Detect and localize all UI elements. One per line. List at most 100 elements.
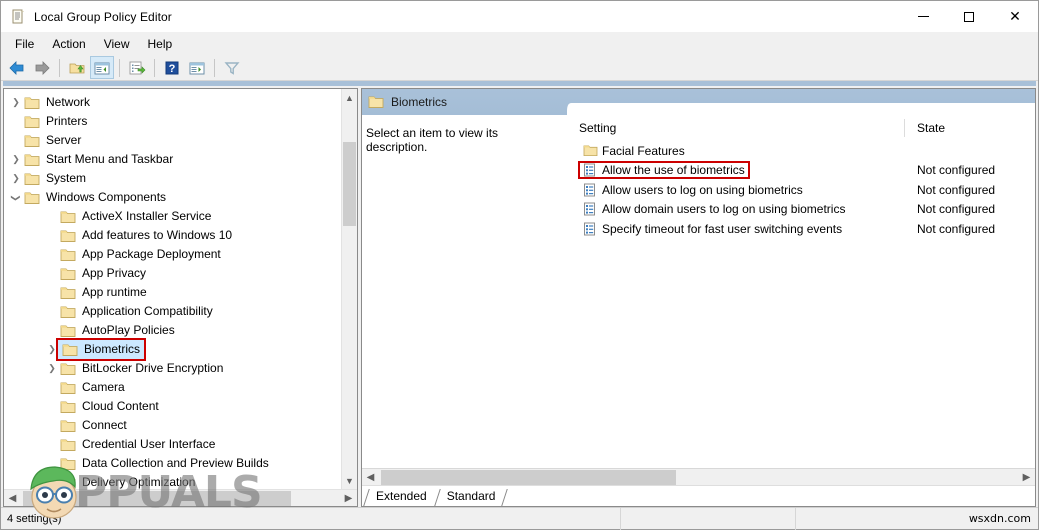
tree-item-network[interactable]: ❯ Network bbox=[4, 93, 341, 112]
tree-item-camera[interactable]: ❯Camera bbox=[4, 378, 341, 397]
setting-row[interactable]: Allow users to log on using biometrics No… bbox=[567, 180, 1035, 200]
tree-item-cloud-content[interactable]: ❯Cloud Content bbox=[4, 397, 341, 416]
tree-item-windows-components[interactable]: ❯ Windows Components bbox=[4, 188, 341, 207]
tree-horizontal-scrollbar[interactable]: ◀ ▶ bbox=[4, 489, 357, 506]
setting-name-label: Allow domain users to log on using biome… bbox=[602, 202, 846, 217]
scroll-right-icon[interactable]: ▶ bbox=[340, 490, 357, 507]
tree-item-delivery-optimization[interactable]: ❯Delivery Optimization bbox=[4, 473, 341, 489]
scroll-down-icon[interactable]: ▼ bbox=[342, 472, 357, 489]
setting-name-content: Specify timeout for fast user switching … bbox=[580, 222, 845, 236]
view-tabs: Extended Standard bbox=[362, 485, 1035, 506]
menu-view[interactable]: View bbox=[95, 34, 139, 54]
setting-row[interactable]: Allow the use of biometrics Not configure… bbox=[567, 161, 1035, 181]
details-hscroll-track[interactable] bbox=[379, 469, 1018, 486]
policy-icon bbox=[583, 163, 596, 177]
details-scroll-left-icon[interactable]: ◀ bbox=[362, 469, 379, 486]
setting-name-label: Facial Features bbox=[602, 143, 685, 158]
chevron-right-icon[interactable]: ❯ bbox=[8, 152, 24, 168]
tree-hscroll-thumb[interactable] bbox=[23, 490, 291, 506]
tree-item-biometrics[interactable]: ❯ Biometrics bbox=[4, 338, 341, 361]
settings-list-panel: Setting State Facial Features Allow the u… bbox=[567, 115, 1035, 468]
folder-icon bbox=[60, 381, 76, 395]
folder-icon bbox=[583, 144, 598, 158]
tree-item-content: Connect bbox=[60, 416, 127, 435]
tree-item-credential-user-interface[interactable]: ❯Credential User Interface bbox=[4, 435, 341, 454]
title-bar: Local Group Policy Editor ✕ bbox=[1, 1, 1038, 32]
details-pane-header: Biometrics bbox=[362, 89, 1035, 115]
column-header-setting[interactable]: Setting bbox=[567, 119, 905, 137]
tree-item-content: Data Collection and Preview Builds bbox=[60, 454, 269, 473]
tree-item-server[interactable]: ❯Server bbox=[4, 131, 341, 150]
menu-help[interactable]: Help bbox=[139, 34, 182, 54]
tree-vscroll-thumb[interactable] bbox=[343, 142, 356, 226]
folder-icon bbox=[24, 96, 40, 110]
details-hscroll-thumb[interactable] bbox=[381, 469, 676, 485]
tree-vscroll-track[interactable] bbox=[342, 106, 357, 472]
menu-file[interactable]: File bbox=[6, 34, 43, 54]
folder-icon bbox=[60, 305, 76, 319]
setting-state-cell: Not configured bbox=[917, 163, 996, 178]
tree-hscroll-track[interactable] bbox=[21, 490, 340, 507]
tree-item-app-runtime[interactable]: ❯App runtime bbox=[4, 283, 341, 302]
minimize-button[interactable] bbox=[900, 1, 946, 32]
tree-item-label: App runtime bbox=[82, 285, 147, 299]
setting-name-label: Allow users to log on using biometrics bbox=[602, 182, 803, 197]
up-one-level-button[interactable] bbox=[65, 56, 89, 79]
filter-button[interactable] bbox=[220, 56, 244, 79]
setting-row[interactable]: Facial Features bbox=[567, 141, 1035, 161]
setting-row[interactable]: Allow domain users to log on using biome… bbox=[567, 200, 1035, 220]
details-horizontal-scrollbar[interactable]: ◀ ▶ bbox=[362, 468, 1035, 485]
tree-item-activex-installer-service[interactable]: ❯ActiveX Installer Service bbox=[4, 207, 341, 226]
folder-icon bbox=[368, 96, 384, 108]
help-button[interactable]: ? bbox=[160, 56, 184, 79]
tree-item-label: Add features to Windows 10 bbox=[82, 228, 233, 242]
chevron-down-icon[interactable]: ❯ bbox=[8, 190, 24, 206]
status-bar: 4 setting(s) wsxdn.com bbox=[1, 507, 1038, 530]
close-button[interactable]: ✕ bbox=[992, 1, 1038, 32]
tree-item-content: BitLocker Drive Encryption bbox=[60, 359, 223, 378]
scroll-left-icon[interactable]: ◀ bbox=[4, 490, 21, 507]
tree-item-add-features-to-windows-10[interactable]: ❯Add features to Windows 10 bbox=[4, 226, 341, 245]
window-title: Local Group Policy Editor bbox=[34, 9, 172, 24]
tree-item-connect[interactable]: ❯Connect bbox=[4, 416, 341, 435]
tree-item-printers[interactable]: ❯Printers bbox=[4, 112, 341, 131]
tree-item-start-menu-and-taskbar[interactable]: ❯ Start Menu and Taskbar bbox=[4, 150, 341, 169]
setting-row[interactable]: Specify timeout for fast user switching … bbox=[567, 219, 1035, 239]
description-panel: Select an item to view its description. bbox=[362, 115, 567, 468]
tree-item-application-compatibility[interactable]: ❯Application Compatibility bbox=[4, 302, 341, 321]
tree-item-app-privacy[interactable]: ❯App Privacy bbox=[4, 264, 341, 283]
tree-item-app-package-deployment[interactable]: ❯App Package Deployment bbox=[4, 245, 341, 264]
console-tree-list[interactable]: ❯Network❯Printers❯Server ❯ Start Menu and … bbox=[4, 89, 341, 489]
setting-name-content: Allow the use of biometrics bbox=[578, 161, 750, 180]
details-pane: Biometrics Select an item to view its de… bbox=[361, 88, 1036, 507]
scroll-up-icon[interactable]: ▲ bbox=[342, 89, 357, 106]
tree-item-system[interactable]: ❯ System bbox=[4, 169, 341, 188]
folder-icon bbox=[24, 153, 40, 167]
setting-name-cell: Allow the use of biometrics bbox=[567, 161, 905, 180]
tree-item-autoplay-policies[interactable]: ❯AutoPlay Policies bbox=[4, 321, 341, 340]
tree-item-label: Start Menu and Taskbar bbox=[46, 152, 174, 166]
chevron-right-icon[interactable]: ❯ bbox=[44, 361, 60, 377]
menu-action[interactable]: Action bbox=[43, 34, 94, 54]
export-list-button[interactable] bbox=[125, 56, 149, 79]
settings-list-rows[interactable]: Facial Features Allow the use of biometri… bbox=[567, 141, 1035, 468]
chevron-right-icon[interactable]: ❯ bbox=[8, 95, 24, 111]
tree-item-data-collection-and-preview-builds[interactable]: ❯Data Collection and Preview Builds bbox=[4, 454, 341, 473]
policy-editor-icon bbox=[10, 9, 26, 25]
details-scroll-right-icon[interactable]: ▶ bbox=[1018, 469, 1035, 486]
tab-extended[interactable]: Extended bbox=[366, 487, 437, 506]
properties-button[interactable] bbox=[185, 56, 209, 79]
forward-button[interactable] bbox=[30, 56, 54, 79]
tree-item-label: Cloud Content bbox=[82, 399, 159, 413]
back-button[interactable] bbox=[5, 56, 29, 79]
tree-item-label: Windows Components bbox=[46, 190, 167, 204]
tree-item-content: AutoPlay Policies bbox=[60, 321, 175, 340]
tab-standard[interactable]: Standard bbox=[437, 487, 506, 506]
chevron-right-icon[interactable]: ❯ bbox=[8, 171, 24, 187]
tree-item-bitlocker-drive-encryption[interactable]: ❯ BitLocker Drive Encryption bbox=[4, 359, 341, 378]
maximize-button[interactable] bbox=[946, 1, 992, 32]
column-header-state[interactable]: State bbox=[905, 119, 1035, 137]
tree-item-content: Windows Components bbox=[24, 188, 166, 207]
show-hide-console-tree-button[interactable] bbox=[90, 56, 114, 79]
tree-vertical-scrollbar[interactable]: ▲ ▼ bbox=[341, 89, 357, 489]
